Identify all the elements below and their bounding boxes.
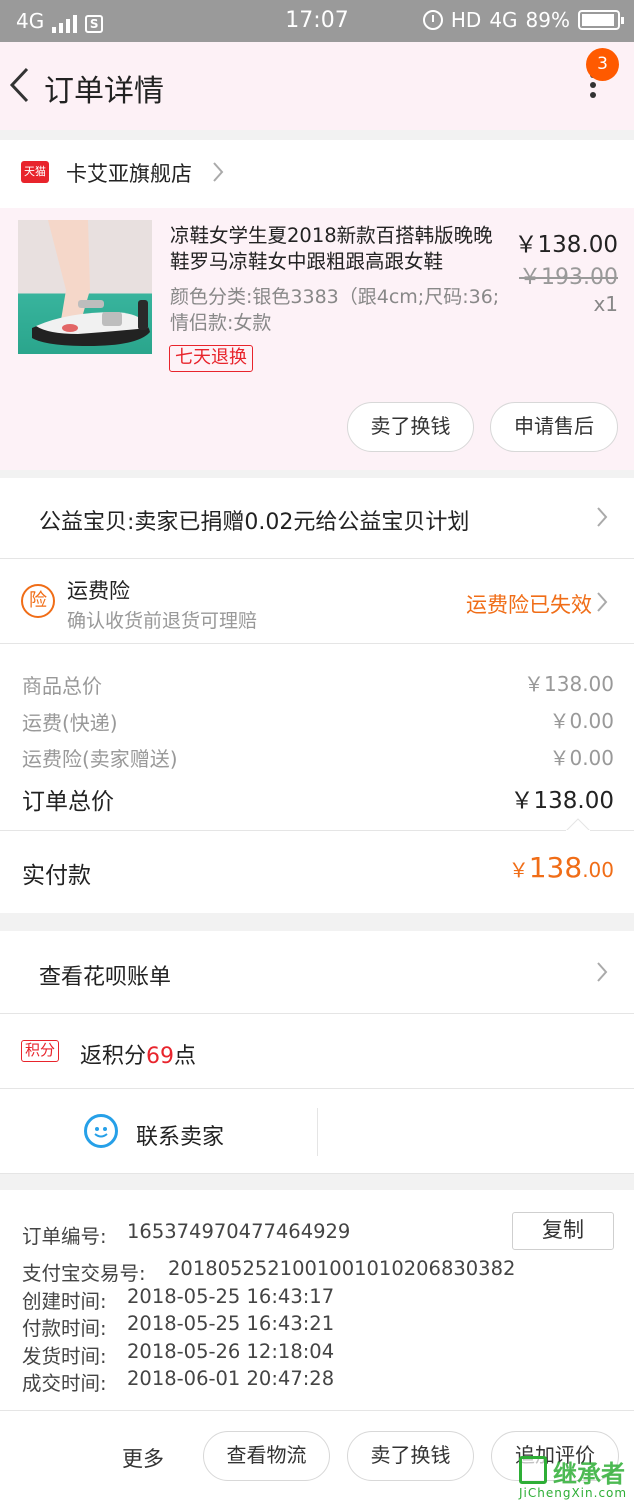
insurance-subtitle: 确认收货前退货可理赔 — [67, 610, 258, 632]
product-quantity: x1 — [593, 292, 618, 316]
points-value: 69 — [146, 1044, 175, 1069]
watermark-logo-text: 继承者 — [553, 1460, 625, 1488]
status-bar: 4G S 17:07 HD 4G 89% — [0, 0, 634, 42]
cost-value: ￥138.00 — [524, 672, 614, 696]
points-text: 返积分69点 — [80, 1038, 196, 1070]
network-type-right: 4G — [489, 8, 518, 32]
product-title[interactable]: 凉鞋女学生夏2018新款百搭韩版晚晚鞋罗马凉鞋女中跟粗跟高跟女鞋 — [170, 223, 500, 275]
info-value: 2018-05-25 16:43:17 — [127, 1285, 335, 1308]
currency-symbol: ￥ — [508, 858, 529, 882]
cost-value: ￥0.00 — [549, 709, 614, 733]
cost-label: 运费(快递) — [22, 711, 118, 735]
info-label: 支付宝交易号: — [22, 1262, 146, 1285]
original-price: ￥193.00 — [519, 265, 618, 290]
charity-text: 公益宝贝:卖家已捐赠0.02元给公益宝贝计划 — [39, 510, 470, 535]
back-arrow-icon[interactable] — [8, 66, 30, 104]
info-label: 订单编号: — [22, 1225, 107, 1248]
product-price: ￥138.00 — [514, 232, 618, 258]
chevron-right-icon[interactable] — [212, 161, 224, 183]
paid-amount: ￥138.00 — [509, 851, 614, 884]
cost-label: 商品总价 — [22, 674, 102, 698]
info-value: 2018052521001001010206830382 — [168, 1257, 516, 1280]
battery-percent: 89% — [525, 8, 570, 32]
paid-integer: 138 — [528, 851, 583, 884]
insurance-status: 运费险已失效 — [466, 593, 592, 617]
cost-value: ￥0.00 — [549, 746, 614, 770]
copy-button[interactable]: 复制 — [512, 1212, 614, 1250]
watermark-text: JiChengXin.com — [519, 1486, 628, 1500]
info-label: 创建时间: — [22, 1290, 107, 1313]
chevron-right-icon — [597, 507, 608, 527]
info-value: 2018-06-01 20:47:28 — [127, 1367, 335, 1390]
order-info-row: 创建时间: 2018-05-25 16:43:17 — [22, 1285, 334, 1314]
store-name[interactable]: 卡艾亚旗舰店 — [66, 158, 192, 188]
sell-for-cash-button[interactable]: 卖了换钱 — [347, 1431, 474, 1481]
info-value: 165374970477464929 — [127, 1220, 351, 1243]
insurance-icon: 险 — [21, 584, 55, 618]
order-info-row: 支付宝交易号: 2018052521001001010206830382 — [22, 1257, 515, 1286]
info-label: 成交时间: — [22, 1372, 107, 1395]
paid-decimal: .00 — [582, 858, 614, 882]
contact-seller-button[interactable]: 联系卖家 — [136, 1119, 224, 1151]
page-title: 订单详情 — [44, 74, 164, 109]
tmall-logo-icon: 天猫 — [21, 161, 49, 183]
product-spec: 颜色分类:银色3383（跟4cm;尺码:36;情侣款:女款 — [170, 286, 500, 334]
divider — [317, 1108, 318, 1156]
battery-icon — [578, 10, 624, 30]
order-info-row: 发货时间: 2018-05-26 12:18:04 — [22, 1340, 334, 1369]
order-info-row: 订单编号: 165374970477464929 — [22, 1220, 350, 1249]
hd-indicator: HD — [450, 8, 482, 32]
after-sales-button[interactable]: 申请售后 — [490, 402, 618, 452]
insurance-title: 运费险 — [67, 579, 130, 603]
cost-label: 运费险(卖家赠送) — [22, 747, 178, 771]
order-total-value: ￥138.00 — [510, 788, 614, 814]
sell-for-cash-button[interactable]: 卖了换钱 — [347, 402, 474, 452]
points-prefix: 返积分 — [80, 1044, 147, 1069]
points-tag: 积分 — [21, 1040, 60, 1062]
product-image[interactable] — [18, 220, 152, 354]
seven-day-return-tag: 七天退换 — [169, 345, 253, 372]
info-value: 2018-05-25 16:43:21 — [127, 1312, 335, 1335]
order-total-label: 订单总价 — [22, 789, 114, 815]
more-button[interactable]: 更多 — [122, 1443, 164, 1473]
info-label: 发货时间: — [22, 1345, 107, 1368]
info-label: 付款时间: — [22, 1317, 107, 1340]
order-info-row: 付款时间: 2018-05-25 16:43:21 — [22, 1312, 334, 1341]
message-badge[interactable]: 3 — [586, 48, 619, 81]
caret-up-icon — [566, 818, 590, 831]
contact-seller-icon[interactable] — [84, 1114, 118, 1148]
watermark: 继承者 JiChengXin.com — [519, 1456, 634, 1500]
chevron-right-icon — [597, 592, 608, 612]
info-value: 2018-05-26 12:18:04 — [127, 1340, 335, 1363]
watermark-logo-icon — [519, 1456, 547, 1484]
paid-label: 实付款 — [22, 863, 91, 889]
huabei-text: 查看花呗账单 — [39, 965, 172, 990]
divider — [0, 1173, 634, 1174]
alarm-icon — [422, 10, 443, 30]
points-suffix: 点 — [174, 1044, 197, 1069]
view-logistics-button[interactable]: 查看物流 — [203, 1431, 330, 1481]
order-info-row: 成交时间: 2018-06-01 20:47:28 — [22, 1367, 334, 1396]
chevron-right-icon — [597, 962, 608, 982]
